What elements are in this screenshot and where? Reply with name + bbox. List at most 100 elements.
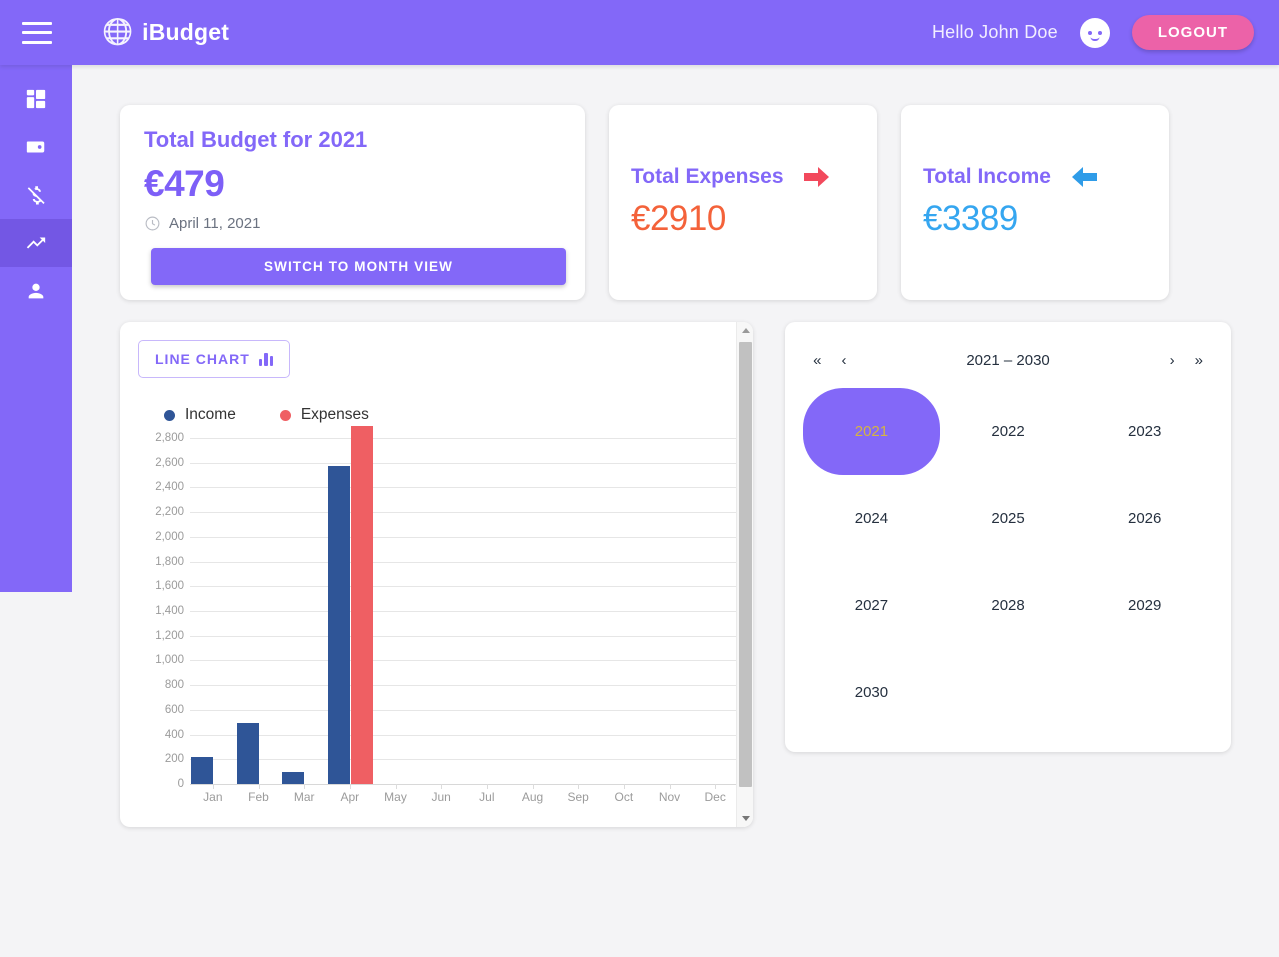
y-axis-tick-label: 2,000 [155,530,184,543]
x-axis-tick-mark [212,784,214,789]
chart-gridline [190,536,738,538]
total-budget-amount: €479 [144,163,225,204]
user-face-avatar-icon[interactable] [1079,17,1110,48]
chart-gridline [190,586,738,588]
next-page-button[interactable]: › [1160,348,1185,373]
x-axis-tick-mark [669,784,671,789]
y-axis-tick-label: 400 [164,728,184,741]
prev-decade-button[interactable]: « [803,348,831,373]
sidebar-item-expenses[interactable] [0,171,72,219]
y-axis-tick-label: 2,600 [155,456,184,469]
sidebar-item-dashboard[interactable] [0,75,72,123]
chart-bar[interactable] [327,465,350,784]
x-axis-tick-label: May [384,790,407,804]
year-cell-2022[interactable]: 2022 [940,388,1077,475]
legend-dot-icon [279,409,291,421]
avatar-mouth [1090,37,1100,41]
total-income-header: Total Income [923,165,1147,189]
hamburger-menu-icon[interactable] [22,21,52,44]
x-axis-tick-mark [532,784,534,789]
money-off-icon [27,186,45,205]
brand-title: iBudget [142,19,230,45]
year-cell-2030[interactable]: 2030 [803,649,940,736]
x-axis-tick-label: Jul [479,790,495,804]
year-cell-2027[interactable]: 2027 [803,562,940,649]
total-income-title: Total Income [923,165,1051,188]
x-axis-tick-label: Nov [658,790,681,804]
sidebar-item-wallet[interactable] [0,123,72,171]
chart-gridline [190,438,738,439]
sidebar-item-profile[interactable] [0,267,72,315]
legend-label: Expenses [300,406,369,423]
chart-bar[interactable] [282,771,305,784]
year-cell-empty [940,649,1077,736]
hamburger-bar [22,40,52,44]
total-expenses-title: Total Expenses [631,165,784,188]
y-axis-tick-label: 1,600 [155,580,184,593]
scrollbar-thumb[interactable] [739,342,753,787]
arrow-right-icon [803,167,829,187]
chart-gridline [190,512,738,514]
sidebar-item-statistics[interactable] [0,219,72,267]
hamburger-bar [22,21,52,25]
chart-bar[interactable] [236,723,259,784]
year-cell-2028[interactable]: 2028 [940,562,1077,649]
legend-dot-icon [164,409,175,421]
clock-icon [145,216,160,231]
next-decade-button[interactable]: » [1185,348,1213,373]
chart-gridline [190,709,738,711]
chart-bar[interactable] [190,757,213,784]
chart-gridline [190,685,738,687]
chart-plot-area [190,425,738,785]
logout-button[interactable]: LOGOUT [1131,15,1254,50]
bar-chart-icon [258,352,274,366]
y-axis-tick-label: 0 [177,778,184,790]
chart-bar[interactable] [350,425,373,784]
year-range-label: 2021 – 2030 [966,351,1050,369]
year-cell-2021[interactable]: 2021 [803,388,940,475]
chart-and-year-row: LINE CHART Income Expenses 0 200 400 600 800 1… [120,322,1231,827]
x-axis-tick-label: Dec [704,790,726,804]
scroll-up-arrow-icon[interactable] [737,322,753,339]
total-expenses-header: Total Expenses [631,165,855,189]
globe-search-icon: 🌐 [102,18,134,46]
top-app-bar: 🌐 iBudget Hello John Doe LOGOUT [0,0,1279,65]
chart-card: LINE CHART Income Expenses 0 200 400 600 800 1… [120,322,754,827]
chart-gridline [190,611,738,612]
year-cell-empty [1076,649,1213,736]
year-cell-2026[interactable]: 2026 [1076,475,1213,562]
toggle-line-chart-button[interactable]: LINE CHART [138,340,291,378]
y-axis-tick-label: 200 [164,753,184,766]
chart-plot-wrapper: 0 200 400 600 800 1,000 1,200 1,400 1,600 1,800 2,… [138,425,743,818]
chart-vertical-scrollbar[interactable] [736,322,754,827]
prev-page-button[interactable]: ‹ [831,348,856,373]
x-axis-tick-mark [258,784,260,789]
legend-item-income[interactable]: Income [164,406,236,424]
total-budget-card: Total Budget for 2021 €479 April 11, 202… [120,105,585,300]
total-budget-title: Total Budget for 2021 [144,127,368,152]
chart-y-axis: 0 200 400 600 800 1,000 1,200 1,400 1,600 1,800 2,… [138,432,184,790]
year-cell-2025[interactable]: 2025 [940,475,1077,562]
chart-gridline [190,561,738,563]
top-bar-right-group: Hello John Doe LOGOUT [932,15,1254,50]
brand-logo-link[interactable]: 🌐 iBudget [102,19,229,46]
dashboard-grid-icon [26,89,46,109]
x-axis-tick-label: Mar [293,790,315,804]
legend-item-expenses[interactable]: Expenses [279,406,369,424]
year-cell-2023[interactable]: 2023 [1076,388,1213,475]
x-axis-tick-label: Oct [614,790,634,804]
scroll-down-arrow-icon[interactable] [737,810,753,827]
total-income-card: Total Income €3389 [901,105,1169,300]
avatar-eye-left [1087,30,1092,35]
budget-date-text: April 11, 2021 [169,215,261,232]
year-picker-nav: « ‹ 2021 – 2030 › » [803,338,1213,382]
y-axis-tick-label: 1,400 [155,605,184,617]
chart-gridline [190,635,738,637]
x-axis-tick-mark [715,784,717,789]
y-axis-tick-label: 2,800 [155,432,184,444]
year-cell-2029[interactable]: 2029 [1076,562,1213,649]
year-cell-2024[interactable]: 2024 [803,475,940,562]
switch-to-month-view-button[interactable]: SWITCH TO MONTH VIEW [151,248,566,285]
user-greeting: Hello John Doe [931,22,1058,42]
x-axis-tick-mark [349,784,351,789]
